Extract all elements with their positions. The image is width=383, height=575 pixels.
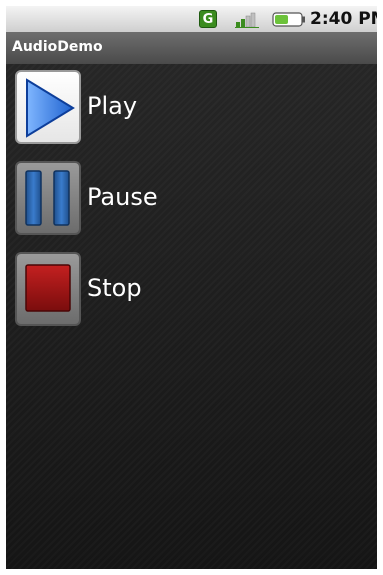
clock-time: 2:40 PM: [310, 9, 377, 29]
pause-label: Pause: [87, 183, 158, 211]
pause-icon: [25, 170, 70, 226]
play-label: Play: [87, 92, 138, 120]
status-bar: G 2:40 PM: [6, 6, 377, 32]
network-type-icon: G: [199, 10, 217, 28]
play-row: Play: [15, 70, 315, 144]
pause-row: Pause: [15, 161, 315, 235]
play-button[interactable]: [15, 70, 81, 144]
pause-button[interactable]: [15, 161, 81, 235]
signal-strength-icon: [235, 12, 259, 28]
battery-icon: [272, 12, 305, 27]
stop-icon: [25, 264, 71, 312]
main-content: Play Pause Stop: [6, 64, 377, 569]
stop-label: Stop: [87, 274, 142, 302]
app-title-bar: AudioDemo: [6, 32, 377, 65]
device-screen: G 2:40 PM AudioDemo: [6, 6, 377, 569]
stop-button[interactable]: [15, 252, 81, 326]
stop-row: Stop: [15, 252, 315, 326]
play-icon: [26, 78, 75, 138]
app-title: AudioDemo: [12, 39, 103, 55]
